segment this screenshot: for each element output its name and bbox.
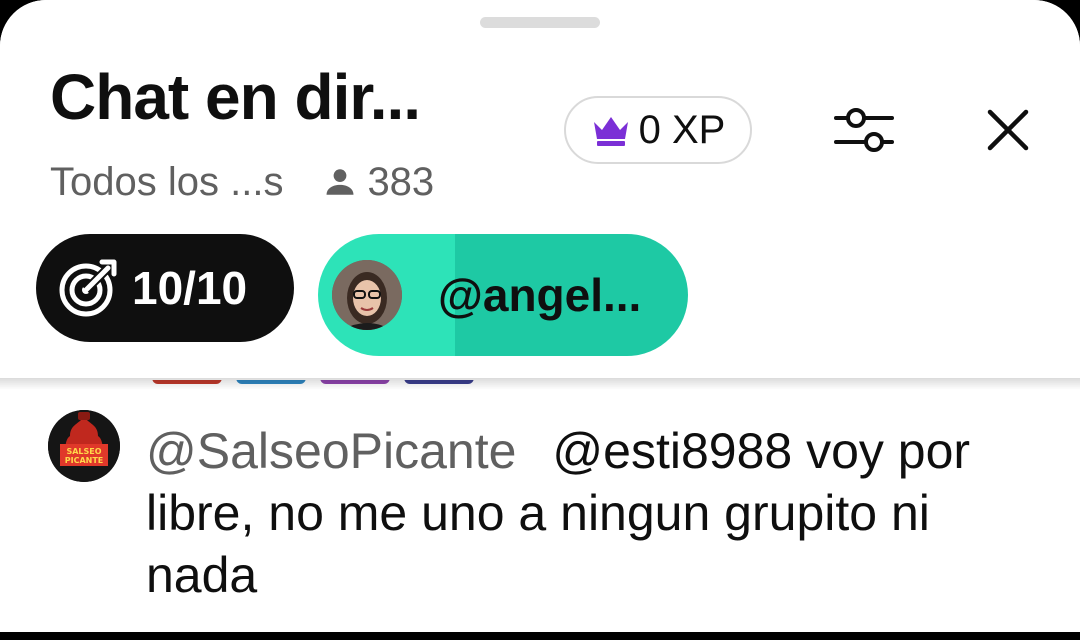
header-divider-shadow (0, 378, 1080, 390)
xp-badge[interactable]: 0 XP (564, 96, 752, 164)
avatar-line-2: PICANTE (65, 456, 104, 465)
person-icon (326, 169, 354, 195)
close-icon (987, 109, 1029, 151)
chat-header: Chat en dir... Todos los ...s 383 0 XP 1… (0, 0, 1080, 380)
drag-handle[interactable] (480, 17, 600, 28)
target-arrow-icon (59, 259, 117, 317)
crown-icon (593, 117, 628, 146)
pinned-user-handle: @angel... (438, 269, 642, 321)
goal-progress-label: 10/10 (132, 262, 248, 314)
page-title[interactable]: Chat en dir... (50, 60, 421, 134)
filters-button[interactable] (824, 90, 904, 170)
message-author[interactable]: @SalseoPicante (146, 423, 516, 479)
goal-progress-pill[interactable]: 10/10 (36, 234, 294, 342)
sliders-icon (834, 108, 894, 152)
avatar-line-1: SALSEO (66, 447, 101, 456)
avatar[interactable]: SALSEO PICANTE (48, 410, 120, 482)
chat-subtitle-row: Todos los ...s 383 (50, 158, 434, 206)
viewer-count-label: 383 (367, 159, 435, 204)
chat-mode-label[interactable]: Todos los ...s (50, 160, 283, 205)
pinned-user-avatar (332, 260, 402, 330)
xp-label: 0 XP (638, 107, 726, 152)
viewer-count: 383 (323, 160, 434, 205)
close-button[interactable] (968, 90, 1048, 170)
pinned-user-pill[interactable]: @angel... (318, 234, 688, 356)
live-chat-sheet: Chat en dir... Todos los ...s 383 0 XP 1… (0, 0, 1080, 632)
message-body: @SalseoPicante @esti8988 voy por libre, n… (146, 420, 1026, 606)
